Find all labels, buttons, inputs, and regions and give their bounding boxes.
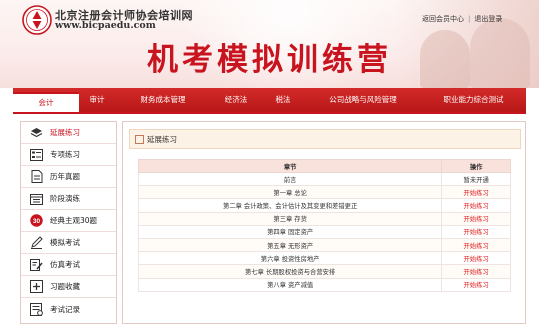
nav-tab-financial-cost-management[interactable]: 财务成本管理	[115, 88, 211, 112]
site-header: 北京注册会计师协会培训网 www.bicpaedu.com 返回会员中心 | 退出登…	[0, 0, 539, 88]
chapter-cell: 第八章 资产减值	[137, 277, 443, 292]
sidebar-item-mock-exam[interactable]: 模拟考试	[21, 232, 116, 254]
calendar-icon	[30, 192, 43, 205]
start-practice-link[interactable]: 开始练习	[441, 198, 511, 213]
sidebar-item-label: 仿真考试	[50, 260, 80, 269]
sidebar-item-simulation-exam[interactable]: 仿真考试	[21, 254, 116, 276]
sidebar-item-stage-drill[interactable]: 阶段演练	[21, 188, 116, 210]
sidebar-item-label: 历年真题	[50, 172, 80, 181]
nav-tab-audit[interactable]: 审计	[79, 88, 115, 112]
column-header-action: 操作	[441, 159, 511, 173]
edit-note-icon	[30, 258, 43, 271]
logout-link[interactable]: 退出登录	[474, 15, 502, 23]
record-icon	[30, 302, 43, 316]
chapter-cell: 第六章 投资性房地产	[137, 251, 443, 266]
nav-tab-tax-law[interactable]: 税法	[261, 88, 305, 112]
logo-emblem-icon	[22, 5, 52, 35]
sidebar-item-label: 延展练习	[50, 128, 80, 137]
sidebar-item-favorites[interactable]: 习题收藏	[21, 276, 116, 298]
start-practice-link[interactable]: 开始练习	[441, 237, 511, 253]
chapter-cell: 第五章 无形资产	[137, 237, 443, 253]
table-row: 第二章 会计政策、会计估计及其变更和差错更正 开始练习	[137, 198, 511, 213]
sidebar-item-label: 模拟考试	[50, 238, 80, 247]
nav-tab-professional-ability[interactable]: 职业能力综合测试	[421, 88, 526, 112]
sidebar-item-extension-practice[interactable]: 延展练习	[21, 122, 116, 144]
top-links: 返回会员中心 | 退出登录	[422, 14, 502, 24]
table-row: 第一章 总论 开始练习	[137, 185, 511, 200]
start-practice-link[interactable]: 开始练习	[441, 211, 511, 226]
banner-title: 机考模拟训练营	[147, 42, 392, 78]
table-row: 第四章 固定资产 开始练习	[137, 224, 511, 239]
start-practice-link[interactable]: 开始练习	[441, 251, 511, 266]
sidebar-item-label: 专项练习	[50, 150, 80, 159]
chapter-cell: 第二章 会计政策、会计估计及其变更和差错更正	[137, 198, 443, 213]
table-row: 第六章 投资性房地产 开始练习	[137, 251, 511, 266]
sidebar-item-label: 习题收藏	[50, 282, 80, 291]
chapter-cell: 第七章 长期股权投资与合营安排	[137, 264, 443, 279]
chapter-table: 章节 操作 前言 暂未开通 第一章 总论 开始练习 第二章 会计政策、会计估计及…	[137, 159, 511, 292]
table-row: 第八章 资产减值 开始练习	[137, 277, 511, 292]
sidebar: 延展练习 专项练习 历年真题 阶段演练 30 经典主观30题 模拟考试 仿真考试…	[20, 121, 117, 324]
chapter-cell: 前言	[137, 171, 443, 187]
sidebar-item-past-exams[interactable]: 历年真题	[21, 166, 116, 188]
panel-header: 延展练习	[129, 129, 521, 149]
subject-nav: 会计 审计 财务成本管理 经济法 税法 公司战略与风险管理 职业能力综合测试	[13, 88, 526, 112]
panel-title: 延展练习	[147, 134, 177, 144]
table-header-row: 章节 操作	[137, 159, 511, 173]
document-icon	[30, 170, 43, 183]
return-member-center-link[interactable]: 返回会员中心	[422, 15, 464, 23]
layers-icon	[30, 126, 43, 139]
chapter-cell: 第一章 总论	[137, 185, 443, 200]
start-practice-link[interactable]: 开始练习	[441, 277, 511, 292]
table-row: 第三章 存货 开始练习	[137, 211, 511, 226]
list-icon	[30, 148, 43, 161]
pencil-icon	[30, 236, 43, 249]
checkbox-icon	[135, 134, 144, 144]
table-row: 第七章 长期股权投资与合营安排 开始练习	[137, 264, 511, 279]
table-row: 前言 暂未开通	[137, 171, 511, 187]
column-header-chapter: 章节	[137, 159, 443, 173]
nav-underline	[13, 112, 526, 114]
thirty-badge-icon: 30	[30, 214, 43, 227]
nav-tab-accounting[interactable]: 会计	[13, 92, 79, 112]
chapter-cell: 第三章 存货	[137, 211, 443, 226]
start-practice-link[interactable]: 开始练习	[441, 224, 511, 239]
start-practice-link[interactable]: 开始练习	[441, 185, 511, 200]
sidebar-item-label: 阶段演练	[50, 194, 80, 203]
bookmark-plus-icon	[30, 280, 43, 293]
table-row: 第五章 无形资产 开始练习	[137, 237, 511, 253]
sidebar-item-label: 经典主观30题	[50, 216, 98, 225]
sidebar-item-label: 考试记录	[50, 304, 80, 314]
sidebar-item-classic-30[interactable]: 30 经典主观30题	[21, 210, 116, 232]
chapter-cell: 第四章 固定资产	[137, 224, 443, 239]
start-practice-link[interactable]: 开始练习	[441, 264, 511, 279]
link-separator: |	[468, 15, 471, 23]
status-not-open: 暂未开通	[441, 171, 511, 187]
sidebar-item-special-practice[interactable]: 专项练习	[21, 144, 116, 166]
nav-tab-strategy-risk[interactable]: 公司战略与风险管理	[305, 88, 421, 112]
site-url: www.bicpaedu.com	[55, 20, 156, 31]
nav-tab-economic-law[interactable]: 经济法	[211, 88, 261, 112]
sidebar-item-exam-records[interactable]: 考试记录	[21, 298, 116, 320]
svg-text:30: 30	[33, 218, 41, 225]
main-panel: 延展练习 章节 操作 前言 暂未开通 第一章 总论 开始练习 第二章 会计政策、…	[122, 121, 526, 324]
